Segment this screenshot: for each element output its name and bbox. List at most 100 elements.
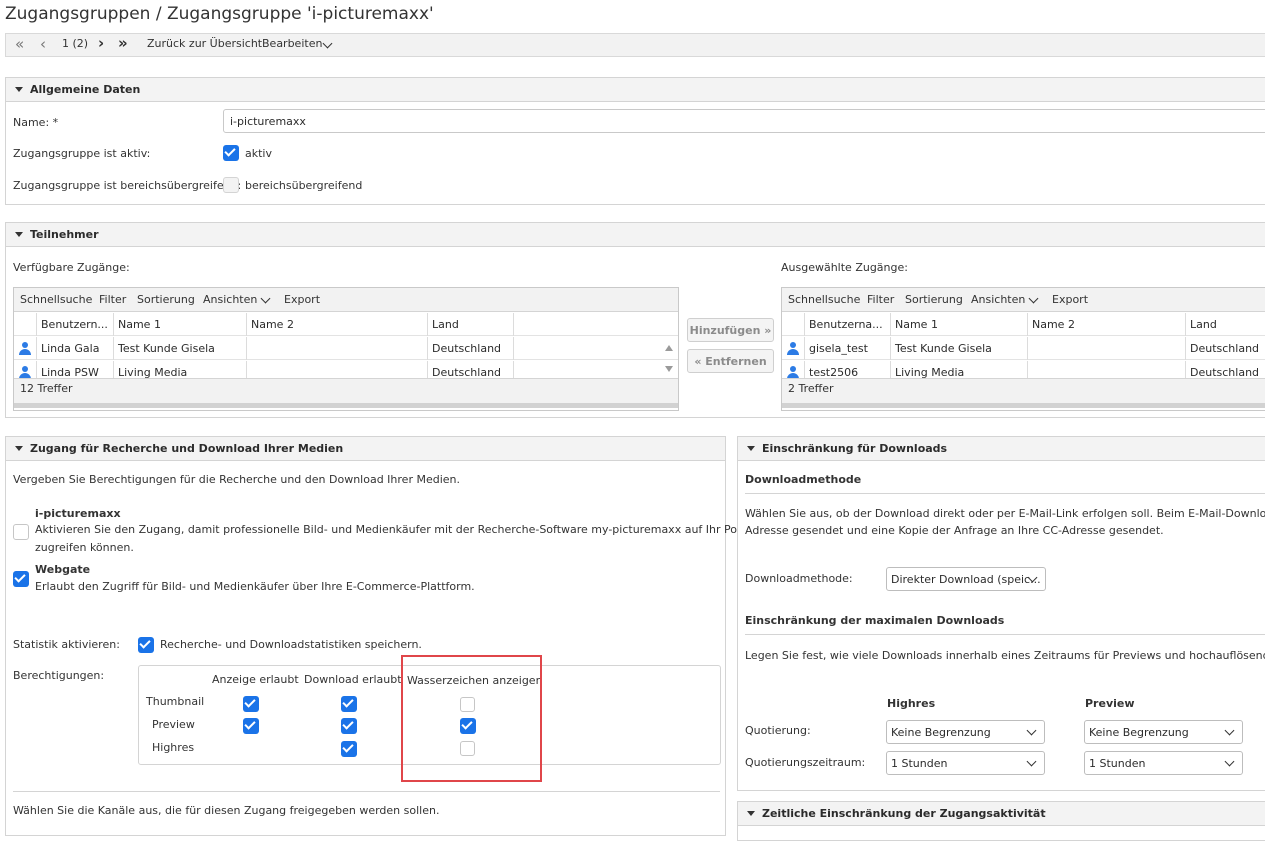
- general-data-panel: Allgemeine Daten Name: * i-picturemaxx Z…: [5, 77, 1265, 205]
- cell-name2: [247, 361, 428, 378]
- download-method-select[interactable]: Direkter Download (speic...: [886, 567, 1046, 591]
- download-restriction-header[interactable]: Einschränkung für Downloads: [738, 437, 1265, 461]
- next-page-icon[interactable]: ›: [98, 34, 104, 52]
- horizontal-scrollbar[interactable]: [782, 403, 1265, 408]
- access-panel: Zugang für Recherche und Download Ihrer …: [5, 436, 769, 836]
- thumbnail-view-checkbox[interactable]: [243, 696, 259, 712]
- stats-checkbox[interactable]: [138, 637, 154, 653]
- webgate-checkbox[interactable]: [13, 571, 29, 587]
- available-count: 12 Treffer: [20, 382, 73, 395]
- column-header[interactable]: Name 1: [114, 313, 247, 336]
- cell-name1: Living Media: [114, 361, 247, 378]
- quicksearch-button[interactable]: Schnellsuche: [788, 293, 860, 306]
- remove-button[interactable]: « Entfernen: [687, 349, 774, 373]
- time-restriction-panel: Zeitliche Einschränkung der Zugangsaktiv…: [737, 801, 1265, 841]
- ipm-title: i-picturemaxx: [35, 507, 121, 520]
- column-header[interactable]: Name 2: [247, 313, 428, 336]
- column-header[interactable]: Benutzern...: [37, 313, 114, 336]
- access-title: Zugang für Recherche und Download Ihrer …: [30, 442, 344, 455]
- column-header[interactable]: Name 1: [891, 313, 1028, 336]
- column-header[interactable]: Name 2: [1028, 313, 1186, 336]
- export-button[interactable]: Export: [1052, 293, 1088, 306]
- table-row[interactable]: Linda PSW Living Media Deutschland: [14, 361, 678, 378]
- scroll-down-icon[interactable]: [665, 366, 673, 372]
- ipm-checkbox[interactable]: [13, 524, 29, 540]
- user-icon: [787, 366, 799, 378]
- collapse-triangle-icon[interactable]: [15, 87, 23, 92]
- prev-page-icon[interactable]: ‹: [40, 35, 46, 53]
- preview-download-checkbox[interactable]: [341, 718, 357, 734]
- views-button[interactable]: Ansichten: [971, 293, 1025, 306]
- collapse-triangle-icon[interactable]: [747, 446, 755, 451]
- export-button[interactable]: Export: [284, 293, 320, 306]
- cell-land: Deutschland: [1186, 337, 1265, 360]
- filter-button[interactable]: Filter: [99, 293, 126, 306]
- grid-footer: 12 Treffer: [14, 378, 678, 408]
- quota-preview-select[interactable]: Keine Begrenzung: [1084, 720, 1243, 744]
- column-header[interactable]: Land: [1186, 313, 1265, 336]
- first-page-icon[interactable]: «: [15, 35, 24, 53]
- scroll-up-icon[interactable]: [665, 345, 673, 351]
- chevron-down-icon[interactable]: [260, 293, 271, 304]
- stats-text: Recherche- und Downloadstatistiken speic…: [160, 638, 422, 651]
- general-data-header[interactable]: Allgemeine Daten: [6, 78, 1265, 102]
- table-row[interactable]: gisela_test Test Kunde Gisela Deutschlan…: [782, 337, 1265, 360]
- column-header[interactable]: Benutzerna...: [805, 313, 891, 336]
- quicksearch-button[interactable]: Schnellsuche: [20, 293, 92, 306]
- period-preview-select[interactable]: 1 Stunden: [1084, 751, 1243, 775]
- active-checkbox[interactable]: [223, 145, 239, 161]
- edit-menu[interactable]: Bearbeiten: [262, 37, 322, 50]
- thumbnail-download-checkbox[interactable]: [341, 696, 357, 712]
- download-method-desc-line2: Adresse gesendet und eine Kopie der Anfr…: [745, 524, 1164, 537]
- active-text: aktiv: [245, 147, 272, 160]
- chevron-down-icon[interactable]: [1224, 756, 1235, 767]
- divider: [745, 493, 1265, 494]
- back-to-overview-link[interactable]: Zurück zur Übersicht: [147, 37, 262, 50]
- collapse-triangle-icon[interactable]: [747, 811, 755, 816]
- table-row[interactable]: Linda Gala Test Kunde Gisela Deutschland: [14, 337, 678, 360]
- chevron-down-icon[interactable]: [322, 38, 333, 49]
- download-restriction-panel: Einschränkung für Downloads Downloadmeth…: [737, 436, 1265, 791]
- highres-download-checkbox[interactable]: [341, 741, 357, 757]
- column-header[interactable]: Land: [428, 313, 514, 336]
- access-header[interactable]: Zugang für Recherche und Download Ihrer …: [6, 437, 725, 461]
- chevron-down-icon[interactable]: [1026, 756, 1037, 767]
- webgate-description: Erlaubt den Zugriff für Bild- und Medien…: [35, 580, 475, 593]
- cross-area-label: Zugangsgruppe ist bereichsübergreifend:: [13, 179, 242, 192]
- collapse-triangle-icon[interactable]: [15, 446, 23, 451]
- cell-land: Deutschland: [428, 337, 514, 360]
- quota-period-label: Quotierungszeitraum:: [745, 756, 866, 769]
- period-highres-value: 1 Stunden: [891, 757, 948, 770]
- sorting-button[interactable]: Sortierung: [137, 293, 195, 306]
- horizontal-scrollbar[interactable]: [14, 403, 678, 408]
- views-button[interactable]: Ansichten: [203, 293, 257, 306]
- download-method-desc-line1: Wählen Sie aus, ob der Download direkt o…: [745, 507, 1265, 520]
- chevron-down-icon[interactable]: [1028, 293, 1039, 304]
- table-row[interactable]: test2506 Living Media Deutschland: [782, 361, 1265, 378]
- filter-button[interactable]: Filter: [867, 293, 894, 306]
- col-highres: Highres: [887, 697, 936, 710]
- cell-name1: Living Media: [891, 361, 1028, 378]
- sorting-button[interactable]: Sortierung: [905, 293, 963, 306]
- cross-area-checkbox[interactable]: [223, 177, 239, 193]
- last-page-icon[interactable]: »: [118, 34, 128, 52]
- user-icon: [787, 342, 799, 356]
- divider: [13, 791, 720, 792]
- cell-name1: Test Kunde Gisela: [891, 337, 1028, 360]
- selected-count: 2 Treffer: [788, 382, 834, 395]
- add-button[interactable]: Hinzufügen »: [687, 318, 774, 342]
- name-input[interactable]: i-picturemaxx: [223, 109, 1265, 133]
- ipm-description-line2: zugreifen können.: [35, 541, 134, 554]
- download-method-heading: Downloadmethode: [745, 473, 862, 486]
- ipm-description-line1: Aktivieren Sie den Zugang, damit profess…: [35, 523, 770, 536]
- time-restriction-header[interactable]: Zeitliche Einschränkung der Zugangsaktiv…: [738, 802, 1265, 826]
- chevron-down-icon[interactable]: [1224, 725, 1235, 736]
- collapse-triangle-icon[interactable]: [15, 232, 23, 237]
- cell-user: test2506: [805, 361, 891, 378]
- preview-view-checkbox[interactable]: [243, 718, 259, 734]
- cell-name2: [1028, 361, 1186, 378]
- quota-highres-select[interactable]: Keine Begrenzung: [886, 720, 1045, 744]
- participants-header[interactable]: Teilnehmer: [6, 223, 1265, 247]
- chevron-down-icon[interactable]: [1026, 725, 1037, 736]
- period-highres-select[interactable]: 1 Stunden: [886, 751, 1045, 775]
